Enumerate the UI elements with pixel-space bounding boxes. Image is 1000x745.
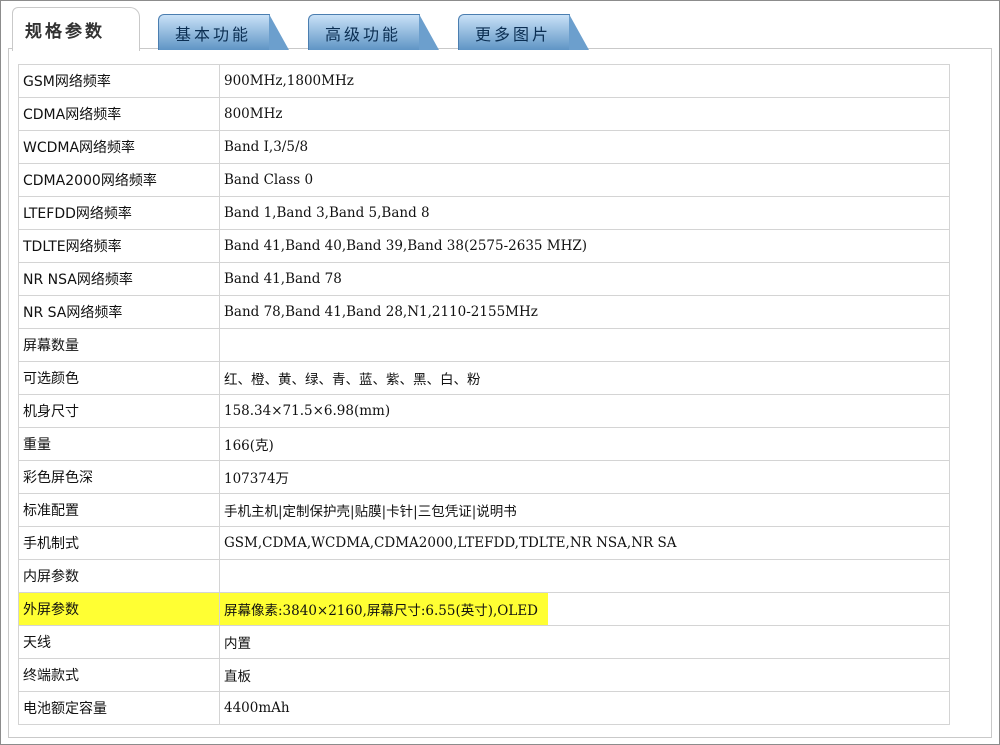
- spec-key: 手机制式: [18, 526, 220, 560]
- spec-key: NR SA网络频率: [18, 295, 220, 329]
- table-row: 屏幕数量: [18, 328, 950, 362]
- spec-value: Band 1,Band 3,Band 5,Band 8: [219, 196, 950, 230]
- spec-value: 内置: [219, 625, 950, 659]
- spec-key: 内屏参数: [18, 559, 220, 593]
- spec-value: 166(克): [219, 427, 950, 461]
- tab-advanced-functions-label: 高级功能: [325, 24, 402, 44]
- spec-key: 可选颜色: [18, 361, 220, 395]
- spec-value: 4400mAh: [219, 691, 950, 725]
- spec-value: Band 41,Band 40,Band 39,Band 38(2575-263…: [219, 229, 950, 263]
- spec-key: CDMA网络频率: [18, 97, 220, 131]
- spec-key: 机身尺寸: [18, 394, 220, 428]
- spec-value: 手机主机|定制保护壳|贴膜|卡针|三包凭证|说明书: [219, 493, 950, 527]
- spec-value: GSM,CDMA,WCDMA,CDMA2000,LTEFDD,TDLTE,NR …: [219, 526, 950, 560]
- table-row: 电池额定容量 4400mAh: [18, 691, 950, 725]
- table-row: NR NSA网络频率 Band 41,Band 78: [18, 262, 950, 296]
- spec-key: TDLTE网络频率: [18, 229, 220, 263]
- spec-value: Band Ⅰ,3/5/8: [219, 130, 950, 164]
- table-row: CDMA2000网络频率 Band Class 0: [18, 163, 950, 197]
- spec-value: Band Class 0: [219, 163, 950, 197]
- table-row: 标准配置 手机主机|定制保护壳|贴膜|卡针|三包凭证|说明书: [18, 493, 950, 527]
- spec-key: 天线: [18, 625, 220, 659]
- table-row: 手机制式 GSM,CDMA,WCDMA,CDMA2000,LTEFDD,TDLTE…: [18, 526, 950, 560]
- table-row: 外屏参数 屏幕像素:3840×2160,屏幕尺寸:6.55(英寸),OLED: [18, 592, 950, 626]
- spec-value: 158.34×71.5×6.98(mm): [219, 394, 950, 428]
- spec-value: 屏幕像素:3840×2160,屏幕尺寸:6.55(英寸),OLED: [219, 592, 950, 626]
- spec-value: Band 41,Band 78: [219, 262, 950, 296]
- table-row: 彩色屏色深 107374万: [18, 460, 950, 494]
- spec-key: CDMA2000网络频率: [18, 163, 220, 197]
- spec-key: 标准配置: [18, 493, 220, 527]
- table-row: CDMA网络频率 800MHz: [18, 97, 950, 131]
- spec-key: WCDMA网络频率: [18, 130, 220, 164]
- spec-value: Band 78,Band 41,Band 28,N1,2110-2155MHz: [219, 295, 950, 329]
- spec-table: GSM网络频率 900MHz,1800MHz CDMA网络频率 800MHz WCDMA…: [18, 64, 950, 725]
- spec-value: [219, 328, 950, 362]
- spec-key: 终端款式: [18, 658, 220, 692]
- tab-more-images-label: 更多图片: [475, 24, 552, 44]
- spec-key: 彩色屏色深: [18, 460, 220, 494]
- spec-key: LTEFDD网络频率: [18, 196, 220, 230]
- tab-more-images[interactable]: 更多图片: [458, 14, 589, 50]
- spec-key: NR NSA网络频率: [18, 262, 220, 296]
- table-row: LTEFDD网络频率 Band 1,Band 3,Band 5,Band 8: [18, 196, 950, 230]
- spec-value: 107374万: [219, 460, 950, 494]
- spec-value: 红、橙、黄、绿、青、蓝、紫、黑、白、粉: [219, 361, 950, 395]
- table-row: NR SA网络频率 Band 78,Band 41,Band 28,N1,2110…: [18, 295, 950, 329]
- tab-advanced-functions[interactable]: 高级功能: [308, 14, 439, 50]
- tab-specs-label: 规格参数: [25, 22, 105, 42]
- spec-key: 电池额定容量: [18, 691, 220, 725]
- tab-specs[interactable]: 规格参数: [12, 7, 140, 51]
- highlighted-spec-value: 屏幕像素:3840×2160,屏幕尺寸:6.55(英寸),OLED: [220, 593, 549, 625]
- spec-value: 800MHz: [219, 97, 950, 131]
- table-row: 内屏参数: [18, 559, 950, 593]
- spec-value: [219, 559, 950, 593]
- tab-basic-functions[interactable]: 基本功能: [158, 14, 289, 50]
- table-row: 天线 内置: [18, 625, 950, 659]
- spec-key: 屏幕数量: [18, 328, 220, 362]
- spec-value: 直板: [219, 658, 950, 692]
- table-row: 可选颜色 红、橙、黄、绿、青、蓝、紫、黑、白、粉: [18, 361, 950, 395]
- table-row: 重量 166(克): [18, 427, 950, 461]
- spec-value: 900MHz,1800MHz: [219, 64, 950, 98]
- table-row: GSM网络频率 900MHz,1800MHz: [18, 64, 950, 98]
- table-row: TDLTE网络频率 Band 41,Band 40,Band 39,Band 38…: [18, 229, 950, 263]
- tab-basic-functions-label: 基本功能: [175, 24, 252, 44]
- table-row: 机身尺寸 158.34×71.5×6.98(mm): [18, 394, 950, 428]
- spec-key: 重量: [18, 427, 220, 461]
- table-row: 终端款式 直板: [18, 658, 950, 692]
- spec-key: 外屏参数: [18, 592, 220, 626]
- spec-key: GSM网络频率: [18, 64, 220, 98]
- table-row: WCDMA网络频率 Band Ⅰ,3/5/8: [18, 130, 950, 164]
